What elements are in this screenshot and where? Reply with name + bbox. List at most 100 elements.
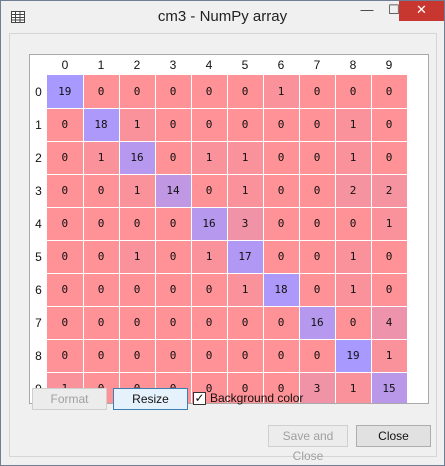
grid-cell[interactable]: 1 — [263, 75, 300, 109]
grid-cell[interactable]: 1 — [227, 273, 264, 307]
row-header[interactable]: 0 — [30, 75, 47, 108]
grid-cell[interactable]: 0 — [299, 240, 336, 274]
column-header[interactable]: 9 — [371, 55, 407, 75]
grid-cell[interactable]: 19 — [47, 75, 84, 109]
grid-cell[interactable]: 0 — [47, 108, 84, 142]
save-and-close-button[interactable]: Save and Close — [268, 425, 348, 463]
grid-cell[interactable]: 0 — [83, 273, 120, 307]
grid-cell[interactable]: 0 — [83, 75, 120, 109]
grid-cell[interactable]: 1 — [371, 207, 408, 241]
grid-cell[interactable]: 0 — [299, 141, 336, 175]
grid-cell[interactable]: 1 — [191, 240, 228, 274]
grid-cell[interactable]: 1 — [335, 372, 372, 403]
grid-cell[interactable]: 1 — [227, 141, 264, 175]
minimize-button[interactable]: — — [354, 1, 380, 21]
grid-cell[interactable]: 0 — [299, 75, 336, 109]
grid-cell[interactable]: 3 — [299, 372, 336, 403]
column-header[interactable]: 5 — [227, 55, 263, 75]
close-window-button[interactable]: ✕ — [399, 1, 444, 21]
grid-cell[interactable]: 0 — [47, 207, 84, 241]
grid-cell[interactable]: 2 — [335, 174, 372, 208]
background-color-checkbox[interactable]: ✓ — [193, 392, 206, 405]
grid-cell[interactable]: 18 — [263, 273, 300, 307]
column-header[interactable]: 3 — [155, 55, 191, 75]
grid-cell[interactable]: 0 — [47, 240, 84, 274]
grid-cell[interactable]: 0 — [47, 174, 84, 208]
grid-cell[interactable]: 0 — [119, 207, 156, 241]
grid-cell[interactable]: 0 — [299, 273, 336, 307]
grid-cell[interactable]: 1 — [119, 108, 156, 142]
grid-cell[interactable]: 16 — [191, 207, 228, 241]
grid-cell[interactable]: 17 — [227, 240, 264, 274]
grid-cell[interactable]: 1 — [335, 273, 372, 307]
grid-cell[interactable]: 0 — [263, 240, 300, 274]
grid-cell[interactable]: 0 — [47, 306, 84, 340]
grid-cell[interactable]: 3 — [227, 207, 264, 241]
row-header[interactable]: 1 — [30, 108, 47, 141]
grid-cell[interactable]: 0 — [83, 174, 120, 208]
grid-cell[interactable]: 0 — [371, 273, 408, 307]
grid-cell[interactable]: 0 — [227, 108, 264, 142]
grid-cell[interactable]: 0 — [155, 141, 192, 175]
grid-cell[interactable]: 4 — [371, 306, 408, 340]
grid-cell[interactable]: 0 — [263, 174, 300, 208]
grid-cell[interactable]: 0 — [371, 141, 408, 175]
grid-cell[interactable]: 0 — [191, 339, 228, 373]
grid-cell[interactable]: 0 — [155, 75, 192, 109]
column-header[interactable]: 0 — [47, 55, 83, 75]
grid-cell[interactable]: 0 — [119, 75, 156, 109]
grid-cell[interactable]: 0 — [335, 75, 372, 109]
column-header[interactable]: 7 — [299, 55, 335, 75]
grid-cell[interactable]: 0 — [155, 273, 192, 307]
grid-cell[interactable]: 19 — [335, 339, 372, 373]
grid-cell[interactable]: 14 — [155, 174, 192, 208]
row-header[interactable]: 6 — [30, 273, 47, 306]
grid-cell[interactable]: 0 — [155, 207, 192, 241]
grid-cell[interactable]: 16 — [299, 306, 336, 340]
grid-cell[interactable]: 0 — [299, 174, 336, 208]
grid-cell[interactable]: 1 — [371, 339, 408, 373]
grid-cell[interactable]: 0 — [47, 273, 84, 307]
grid-cell[interactable]: 0 — [371, 75, 408, 109]
grid-cell[interactable]: 1 — [119, 174, 156, 208]
grid-cell[interactable]: 1 — [191, 141, 228, 175]
grid-cell[interactable]: 0 — [83, 207, 120, 241]
grid-cell[interactable]: 2 — [371, 174, 408, 208]
grid-cell[interactable]: 0 — [119, 306, 156, 340]
grid-cell[interactable]: 0 — [155, 339, 192, 373]
row-header[interactable]: 7 — [30, 306, 47, 339]
grid-cell[interactable]: 0 — [155, 108, 192, 142]
grid-cell[interactable]: 0 — [263, 306, 300, 340]
grid-cell[interactable]: 15 — [371, 372, 408, 403]
grid-cell[interactable]: 0 — [227, 339, 264, 373]
row-header[interactable]: 8 — [30, 339, 47, 372]
grid-cell[interactable]: 0 — [335, 306, 372, 340]
format-button[interactable]: Format — [32, 388, 107, 410]
grid-cell[interactable]: 0 — [83, 240, 120, 274]
grid-cell[interactable]: 1 — [335, 240, 372, 274]
grid-cell[interactable]: 0 — [191, 108, 228, 142]
grid-cell[interactable]: 0 — [155, 306, 192, 340]
grid-cell[interactable]: 0 — [47, 141, 84, 175]
column-header[interactable]: 8 — [335, 55, 371, 75]
resize-button[interactable]: Resize — [113, 388, 188, 410]
row-header[interactable]: 3 — [30, 174, 47, 207]
grid-cell[interactable]: 0 — [83, 339, 120, 373]
close-button[interactable]: Close — [356, 425, 431, 447]
grid-cell[interactable]: 0 — [263, 141, 300, 175]
grid-cell[interactable]: 0 — [263, 339, 300, 373]
grid-cell[interactable]: 0 — [299, 339, 336, 373]
column-header[interactable]: 2 — [119, 55, 155, 75]
grid-cell[interactable]: 0 — [335, 207, 372, 241]
grid-cell[interactable]: 0 — [263, 108, 300, 142]
grid-cell[interactable]: 0 — [227, 306, 264, 340]
grid-cell[interactable]: 0 — [191, 174, 228, 208]
grid-cell[interactable]: 1 — [119, 240, 156, 274]
grid-cell[interactable]: 0 — [47, 339, 84, 373]
grid-cell[interactable]: 0 — [299, 108, 336, 142]
row-header[interactable]: 2 — [30, 141, 47, 174]
grid-cell[interactable]: 0 — [191, 306, 228, 340]
grid-cell[interactable]: 1 — [227, 174, 264, 208]
grid-cell[interactable]: 0 — [227, 75, 264, 109]
grid-cell[interactable]: 16 — [119, 141, 156, 175]
